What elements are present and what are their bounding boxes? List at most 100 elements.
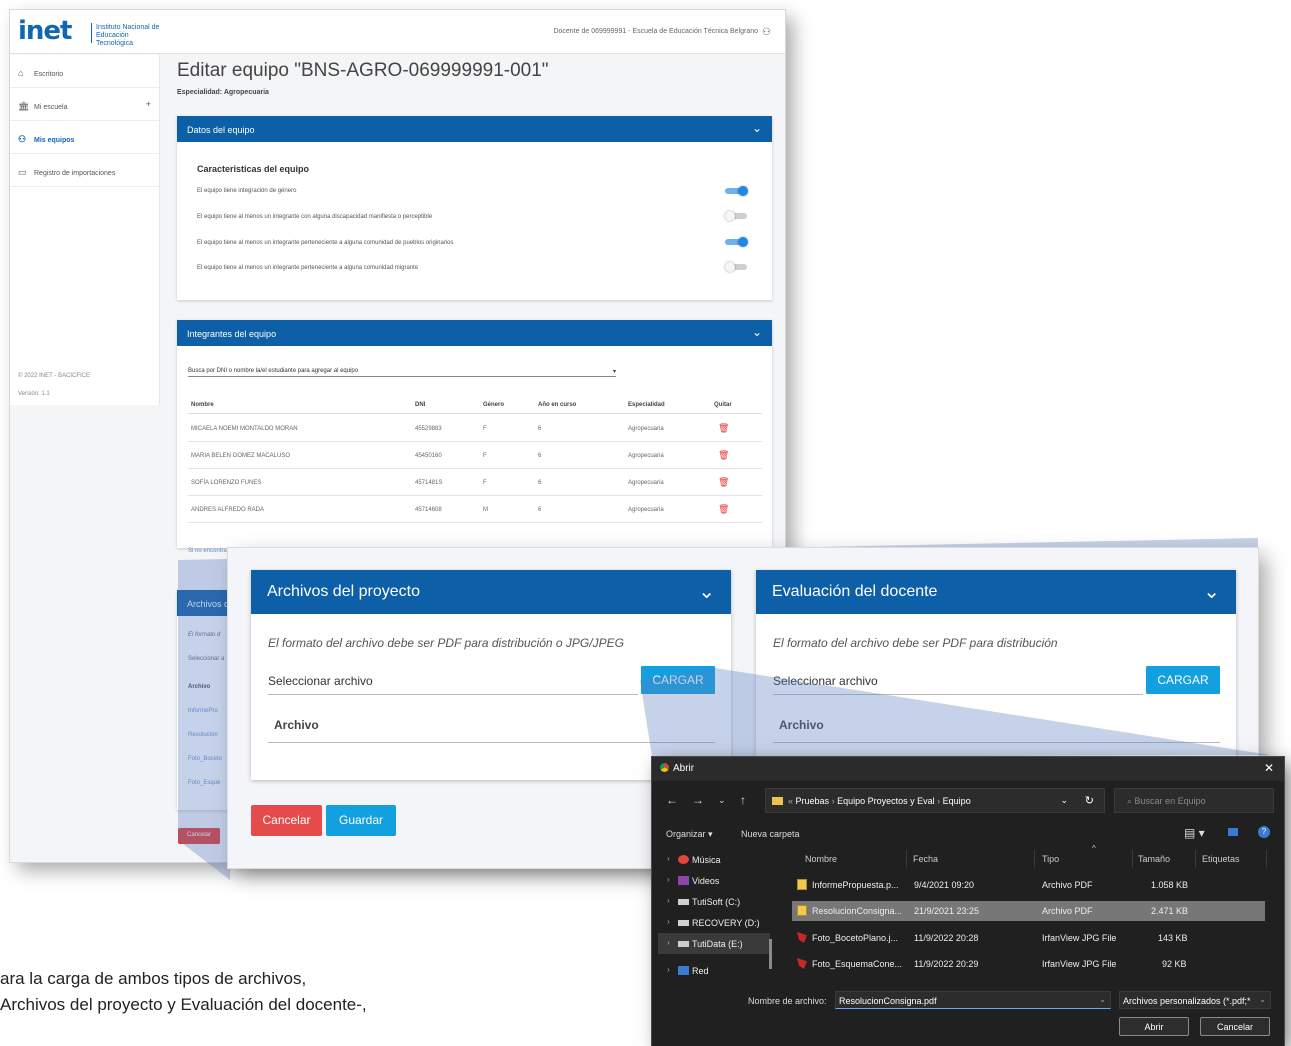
tree-item-musica[interactable]: › Música — [658, 849, 770, 870]
search-placeholder: Busca por DNI o nombre la/el estudiante … — [188, 368, 359, 374]
breadcrumb-item[interactable]: Equipo — [943, 796, 971, 806]
tree-item-videos[interactable]: › Videos — [658, 870, 770, 891]
drive-icon — [678, 899, 689, 905]
file-row[interactable]: Foto_BocetoPlano.j... 11/9/2022 20:28 Irfa… — [792, 928, 1265, 948]
file-link[interactable]: Foto_Esque — [188, 780, 220, 786]
cell-anio: 6 — [538, 480, 542, 486]
toggle-indigenous[interactable] — [725, 237, 749, 247]
caret-down-icon[interactable]: ▾ — [613, 368, 616, 375]
inet-logo[interactable]: inet — [18, 16, 72, 46]
chevron-down-icon[interactable]: ⌄ — [1203, 579, 1220, 604]
forward-icon[interactable]: → — [692, 793, 704, 807]
files-small-select[interactable]: Seleccionar a — [188, 656, 224, 662]
col-nombre[interactable]: Nombre — [805, 854, 837, 864]
trash-icon[interactable]: 🗑 — [718, 423, 729, 434]
cancel-button[interactable]: Cancelar — [251, 805, 322, 836]
expand-icon[interactable]: + — [146, 99, 151, 109]
tree-item-e-drive[interactable]: › TutiData (E:) — [658, 933, 770, 954]
dialog-navbar: ← → ⌄ ↑ « Pruebas › Equipo Proyectos y E… — [652, 787, 1284, 815]
toggle-migrant[interactable] — [725, 262, 749, 272]
chevron-down-icon[interactable]: ⌄ — [1099, 995, 1106, 1004]
expand-arrow-icon[interactable]: › — [667, 965, 670, 974]
file-link[interactable]: Resolucion — [188, 732, 218, 738]
chevron-down-icon[interactable]: ⌄ — [752, 325, 762, 339]
col-dni[interactable]: DNI — [415, 402, 425, 408]
col-tipo[interactable]: Tipo — [1042, 854, 1059, 864]
toggle-disability[interactable] — [725, 211, 749, 221]
expand-arrow-icon[interactable]: › — [667, 938, 670, 947]
help-icon[interactable]: ? — [1258, 826, 1270, 838]
chevron-down-icon[interactable]: ⌄ — [698, 579, 715, 604]
address-bar[interactable]: « Pruebas › Equipo Proyectos y Eval › Eq… — [765, 788, 1105, 813]
sidebar-item-registro[interactable]: ▭ Registro de importaciones — [10, 154, 159, 187]
cancel-dialog-button[interactable]: Cancelar — [1200, 1017, 1270, 1036]
col-tamano[interactable]: Tamaño — [1138, 854, 1170, 864]
expand-arrow-icon[interactable]: › — [667, 875, 670, 884]
view-options-icon[interactable]: ▤ ▾ — [1184, 826, 1205, 840]
save-button[interactable]: Guardar — [326, 805, 396, 836]
col-fecha[interactable]: Fecha — [913, 854, 938, 864]
file-link[interactable]: Foto_Boceto — [188, 756, 222, 762]
student-search-input[interactable]: Busca por DNI o nombre la/el estudiante … — [188, 368, 616, 377]
refresh-icon[interactable]: ↻ — [1085, 794, 1094, 807]
organize-menu[interactable]: Organizar ▾ — [666, 829, 713, 840]
recent-locations-icon[interactable]: ⌄ — [718, 795, 726, 806]
breadcrumb-item[interactable]: Pruebas — [796, 796, 830, 806]
tree-item-d-drive[interactable]: › RECOVERY (D:) — [658, 912, 770, 933]
sidebar-item-escritorio[interactable]: ⌂ Escritorio — [10, 55, 159, 88]
file-row[interactable]: InformePropuesta.p... 9/4/2021 09:20 Archi… — [792, 875, 1265, 895]
sidebar-item-mis-equipos[interactable]: ⚇ Mis equipos — [10, 121, 159, 154]
sidebar-item-mi-escuela[interactable]: 🏛 Mi escuela + — [10, 88, 159, 121]
upload-button[interactable]: CARGAR — [1146, 666, 1220, 694]
upload-button[interactable]: CARGAR — [641, 666, 715, 694]
close-icon[interactable]: ✕ — [1264, 761, 1274, 775]
tree-scrollbar[interactable] — [769, 939, 772, 969]
file-type-filter[interactable]: Archivos personalizados (*.pdf;* ⌄ — [1119, 991, 1271, 1009]
cancel-button-small[interactable]: Cancelar — [178, 828, 220, 844]
chevron-down-icon[interactable]: ⌄ — [1060, 795, 1068, 806]
chevron-down-icon[interactable]: ⌄ — [1259, 995, 1266, 1004]
expand-arrow-icon[interactable]: › — [667, 896, 670, 905]
file-name: Foto_BocetoPlano.j... — [812, 933, 899, 943]
top-bar: inet Instituto Nacional de Educación Tec… — [10, 10, 785, 54]
open-button[interactable]: Abrir — [1119, 1017, 1189, 1036]
file-link[interactable]: InformePro — [188, 708, 218, 714]
filename-input[interactable]: ResolucionConsigna.pdf ⌄ — [835, 991, 1111, 1009]
select-file-input[interactable]: Seleccionar archivo — [268, 674, 638, 695]
col-especialidad[interactable]: Especialidad — [628, 402, 665, 408]
new-folder-button[interactable]: Nueva carpeta — [741, 829, 800, 839]
tree-item-red[interactable]: › Red — [658, 960, 770, 981]
pdf-file-icon — [797, 905, 807, 916]
user-icon[interactable]: ⚇ — [762, 27, 771, 38]
select-file-input[interactable]: Seleccionar archivo — [773, 674, 1143, 695]
back-icon[interactable]: ← — [666, 793, 678, 807]
file-row-selected[interactable]: ResolucionConsigna... 21/9/2021 23:25 Arch… — [792, 901, 1265, 921]
toggle-gender-integration[interactable] — [725, 186, 749, 196]
expand-arrow-icon[interactable]: › — [667, 854, 670, 863]
search-placeholder: Buscar en Equipo — [1134, 796, 1206, 806]
trash-icon[interactable]: 🗑 — [718, 504, 729, 515]
col-etiquetas[interactable]: Etiquetas — [1202, 854, 1240, 864]
col-genero[interactable]: Género — [483, 402, 504, 408]
tree-item-c-drive[interactable]: › TutiSoft (C:) — [658, 891, 770, 912]
breadcrumb-item[interactable]: Equipo Proyectos y Eval — [837, 796, 935, 806]
pdf-file-icon — [797, 879, 807, 890]
file-type: Archivo PDF — [1042, 906, 1093, 916]
file-row[interactable]: Foto_EsquemaCone... 11/9/2022 20:29 IrfanV… — [792, 954, 1265, 974]
teacher-eval-header[interactable]: Evaluación del docente ⌄ — [756, 570, 1236, 614]
col-anio[interactable]: Año en curso — [538, 402, 576, 408]
team-data-header[interactable]: Datos del equipo ⌄ — [177, 116, 772, 142]
user-menu[interactable]: Docente de 069999991 - Escuela de Educac… — [553, 27, 771, 38]
project-files-header[interactable]: Archivos del proyecto ⌄ — [251, 570, 731, 614]
chevron-down-icon[interactable]: ⌄ — [752, 121, 762, 135]
trash-icon[interactable]: 🗑 — [718, 477, 729, 488]
trash-icon[interactable]: 🗑 — [718, 450, 729, 461]
up-icon[interactable]: ↑ — [740, 793, 746, 807]
search-input[interactable]: ⌕ Buscar en Equipo — [1114, 788, 1274, 813]
drive-icon — [678, 920, 689, 926]
expand-arrow-icon[interactable]: › — [667, 917, 670, 926]
col-nombre[interactable]: Nombre — [191, 402, 214, 408]
members-header[interactable]: Integrantes del equipo ⌄ — [177, 320, 772, 346]
tree-label: Red — [692, 966, 709, 976]
preview-pane-icon[interactable] — [1228, 828, 1238, 836]
